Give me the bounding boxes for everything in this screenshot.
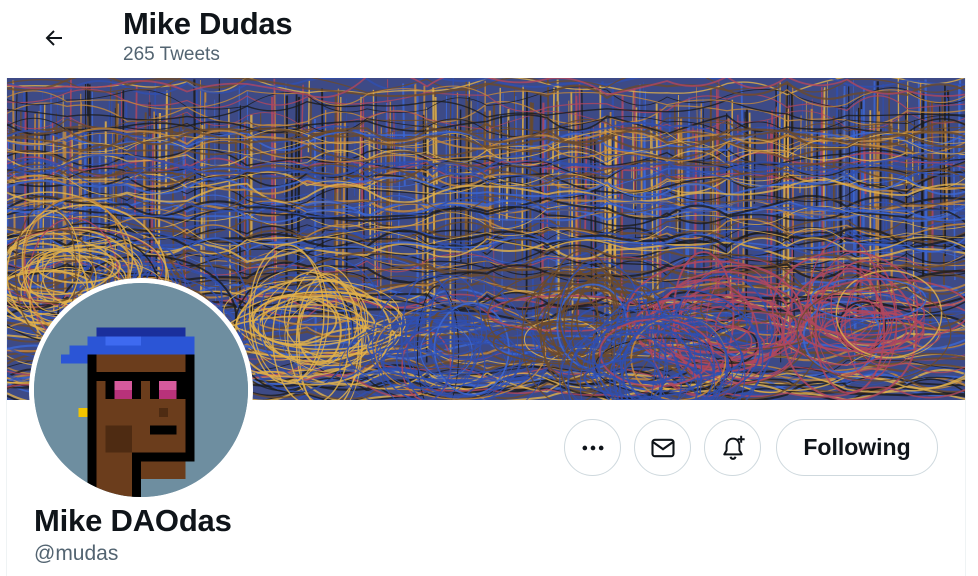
- pixel-punk-avatar: [34, 283, 248, 497]
- profile-header: Mike Dudas 265 Tweets: [0, 0, 978, 78]
- following-button[interactable]: Following: [776, 419, 938, 476]
- header-title: Mike Dudas: [123, 6, 293, 41]
- handle: @mudas: [34, 542, 119, 565]
- envelope-icon: [650, 438, 675, 457]
- avatar[interactable]: [29, 278, 253, 502]
- more-button[interactable]: [564, 419, 621, 476]
- display-name: Mike DAOdas: [34, 503, 232, 538]
- ellipsis-icon: [582, 445, 603, 450]
- avatar-image: [34, 283, 248, 497]
- tweet-count: 265 Tweets: [123, 44, 220, 65]
- message-button[interactable]: [634, 419, 691, 476]
- arrow-left-icon: [45, 30, 62, 46]
- back-button[interactable]: [34, 18, 74, 58]
- notifications-button[interactable]: [704, 419, 761, 476]
- bell-plus-icon: [722, 435, 745, 460]
